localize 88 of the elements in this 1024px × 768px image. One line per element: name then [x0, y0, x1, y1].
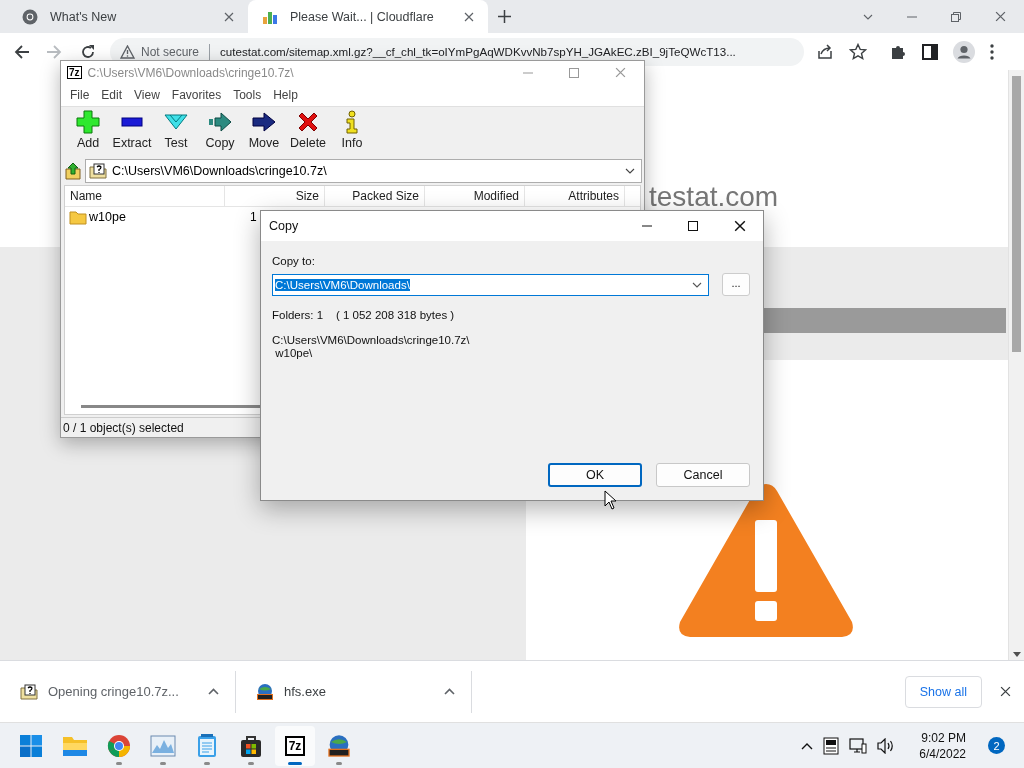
menu-item[interactable]: View — [128, 88, 166, 102]
globe-icon — [327, 733, 351, 758]
shopping-bag-icon[interactable] — [240, 733, 262, 758]
clock-date: 6/4/2022 — [919, 745, 966, 762]
download-item[interactable]: Opening cringe10.7z... — [0, 670, 236, 713]
scroll-thumb[interactable] — [81, 405, 260, 408]
scrollbar[interactable] — [1008, 70, 1024, 660]
column-header[interactable]: Attributes — [525, 186, 625, 206]
close-icon[interactable] — [1000, 686, 1011, 697]
folder-icon — [69, 209, 87, 225]
menu-item[interactable]: Help — [267, 88, 304, 102]
folder-icon[interactable] — [62, 734, 88, 757]
chrome-logo-icon — [22, 8, 38, 25]
dialog-title: Copy — [269, 219, 299, 233]
destination-field[interactable]: C:\Users\VM6\Downloads\ — [272, 273, 710, 296]
toolbar-button[interactable]: Test — [154, 110, 198, 150]
globe-icon — [256, 682, 274, 701]
dialog-button[interactable]: Cancel — [656, 463, 750, 487]
summary-text: Folders: 1 ( 1 052 208 318 bytes ) — [272, 309, 456, 321]
notification-badge[interactable]: 2 — [988, 737, 1005, 754]
taskbar-button[interactable]: 7z — [275, 725, 315, 766]
caret-up-icon[interactable] — [208, 688, 219, 695]
toolbar-button[interactable]: Copy — [198, 110, 242, 150]
sidebar-icon[interactable] — [922, 43, 938, 60]
show-all-button[interactable]: Show all — [904, 675, 982, 708]
security-label: Not secure — [141, 44, 200, 59]
toolbar-button[interactable]: Add — [66, 110, 110, 150]
chevron-down-icon — [625, 168, 635, 174]
source-path: C:\Users\VM6\Downloads\cringe10.7z\ — [272, 334, 471, 347]
path-field[interactable]: C:\Users\VM6\Downloads\cringe10.7z\ — [85, 159, 642, 183]
maximize-icon[interactable] — [688, 221, 698, 231]
app-logo: 7z — [67, 66, 82, 79]
menu-item[interactable]: File — [64, 88, 96, 102]
column-header[interactable]: Name — [65, 186, 225, 206]
cursor-icon — [604, 490, 617, 510]
plus-icon[interactable] — [498, 10, 511, 23]
clock-time: 9:02 PM — [921, 729, 966, 746]
chevron-down-icon — [692, 281, 703, 288]
clock[interactable]: 9:02 PM 6/4/2022 — [919, 729, 966, 762]
site-name: testat.com — [649, 183, 779, 211]
field-label: Copy to: — [272, 255, 316, 267]
browse-button[interactable]: ... — [722, 273, 750, 296]
file-size: 1 — [249, 210, 258, 224]
puzzle-icon[interactable] — [890, 43, 907, 60]
scroll-down-icon[interactable] — [1013, 652, 1021, 657]
share-icon[interactable] — [816, 43, 834, 60]
chrome-logo-icon[interactable] — [107, 733, 131, 758]
file-name[interactable]: w10pe — [65, 209, 225, 225]
toolbar-button[interactable]: Delete — [286, 110, 330, 150]
star-icon[interactable] — [849, 42, 867, 61]
warning-icon — [120, 44, 135, 59]
chevron-down-icon[interactable] — [863, 13, 873, 20]
source-path: w10pe\ — [274, 347, 314, 360]
reload-icon[interactable] — [80, 43, 96, 60]
menu-icon[interactable] — [990, 43, 994, 60]
toolbar-button[interactable]: Info — [330, 110, 374, 150]
close-icon[interactable] — [464, 11, 474, 22]
toolbar-button[interactable]: Extract — [110, 110, 154, 150]
close-icon[interactable] — [734, 220, 746, 232]
address-url[interactable]: cutestat.com/sitemap.xml.gz?__cf_chl_tk=oIYmPgAqWDKvvNb7spYH_JGAkEC.zBI_9jTeQWcT13... — [220, 45, 736, 58]
folder-up-icon[interactable] — [65, 162, 81, 180]
column-header[interactable]: Modified — [425, 186, 525, 206]
chevron-up-icon[interactable] — [801, 741, 814, 750]
archive-icon — [89, 163, 107, 179]
column-header[interactable]: Packed Size — [325, 186, 425, 206]
volume-icon[interactable] — [877, 737, 896, 754]
column-header[interactable]: Size — [225, 186, 325, 206]
archive-icon — [20, 683, 38, 700]
windows-logo-icon[interactable] — [20, 734, 42, 757]
delete-x-icon[interactable] — [296, 110, 320, 134]
menu-item[interactable]: Favorites — [165, 88, 228, 102]
arrow-icon[interactable] — [208, 110, 232, 134]
menu-item[interactable]: Edit — [95, 88, 129, 102]
download-item[interactable]: hfs.exe — [236, 670, 472, 713]
window-title: C:\Users\VM6\Downloads\cringe10.7z\ — [87, 65, 294, 80]
arrow-icon[interactable] — [252, 110, 276, 134]
scroll-thumb[interactable] — [1012, 76, 1021, 352]
browser-tab[interactable]: Please Wait... | Cloudflare — [248, 0, 488, 33]
caret-up-icon[interactable] — [444, 688, 455, 695]
network-icon[interactable] — [849, 737, 868, 754]
notepad-icon[interactable] — [197, 733, 217, 758]
dialog-button[interactable]: OK — [548, 463, 642, 487]
toolbar-button[interactable]: Move — [242, 110, 286, 150]
avatar-icon[interactable] — [953, 40, 975, 63]
back-arrow-icon[interactable] — [14, 43, 30, 60]
browser-tab[interactable]: What's New — [8, 0, 248, 33]
restore-icon[interactable] — [951, 11, 961, 22]
menu-item[interactable]: Tools — [227, 88, 268, 102]
